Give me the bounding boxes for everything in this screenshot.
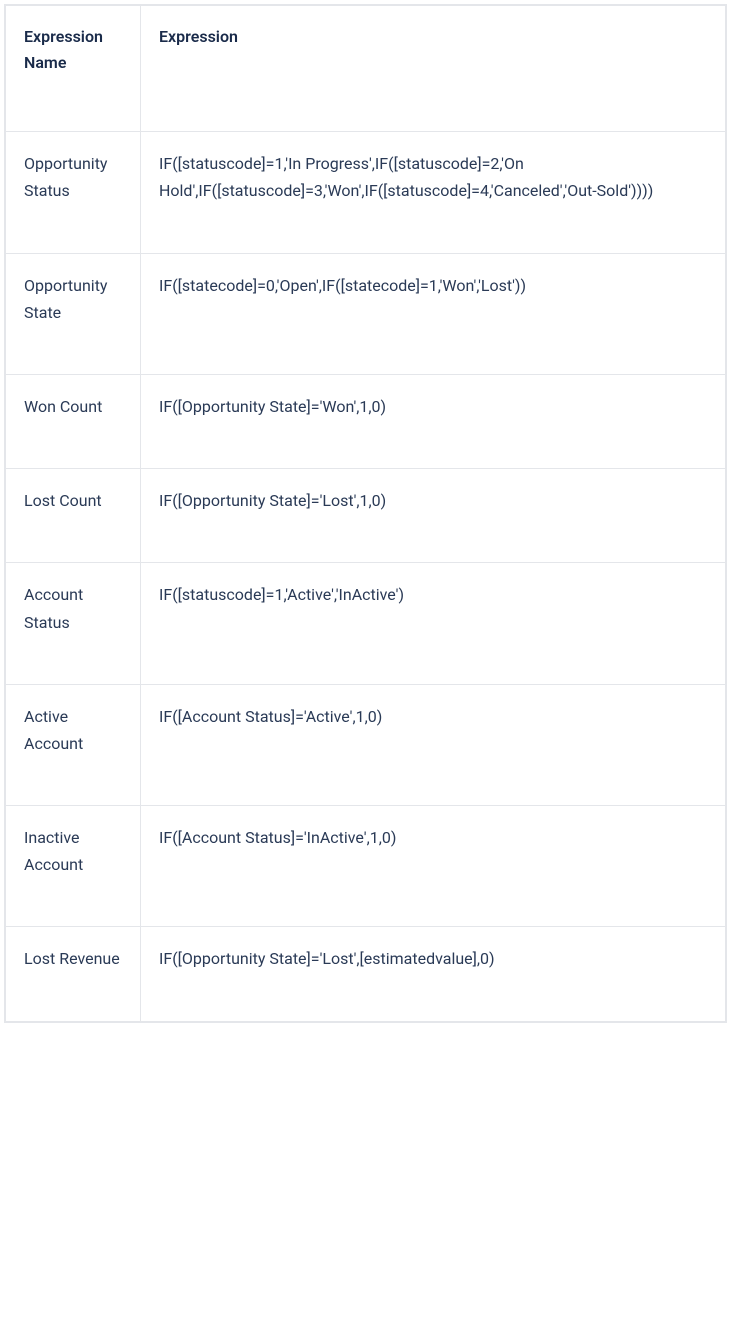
- cell-expression: IF([statecode]=0,'Open',IF([statecode]=1…: [141, 253, 726, 374]
- cell-expression-name: Account Status: [6, 563, 141, 684]
- table-row: Active AccountIF([Account Status]='Activ…: [6, 684, 726, 805]
- cell-expression-name: Lost Revenue: [6, 927, 141, 1021]
- cell-expression-name: Won Count: [6, 374, 141, 468]
- cell-expression: IF([Account Status]='InActive',1,0): [141, 806, 726, 927]
- cell-expression: IF([Opportunity State]='Lost',1,0): [141, 469, 726, 563]
- cell-expression-name: Lost Count: [6, 469, 141, 563]
- table-row: Lost RevenueIF([Opportunity State]='Lost…: [6, 927, 726, 1021]
- cell-expression: IF([Opportunity State]='Lost',[estimated…: [141, 927, 726, 1021]
- table-row: Lost CountIF([Opportunity State]='Lost',…: [6, 469, 726, 563]
- cell-expression: IF([Account Status]='Active',1,0): [141, 684, 726, 805]
- cell-expression: IF([statuscode]=1,'Active','InActive'): [141, 563, 726, 684]
- cell-expression-name: Active Account: [6, 684, 141, 805]
- expression-table: Expression Name Expression Opportunity S…: [5, 5, 726, 1022]
- expression-table-container: Expression Name Expression Opportunity S…: [4, 4, 727, 1023]
- header-expression: Expression: [141, 6, 726, 132]
- cell-expression: IF([Opportunity State]='Won',1,0): [141, 374, 726, 468]
- table-header-row: Expression Name Expression: [6, 6, 726, 132]
- cell-expression-name: Inactive Account: [6, 806, 141, 927]
- table-row: Account StatusIF([statuscode]=1,'Active'…: [6, 563, 726, 684]
- table-row: Opportunity StateIF([statecode]=0,'Open'…: [6, 253, 726, 374]
- table-row: Inactive AccountIF([Account Status]='InA…: [6, 806, 726, 927]
- cell-expression-name: Opportunity State: [6, 253, 141, 374]
- header-expression-name: Expression Name: [6, 6, 141, 132]
- cell-expression-name: Opportunity Status: [6, 132, 141, 253]
- cell-expression: IF([statuscode]=1,'In Progress',IF([stat…: [141, 132, 726, 253]
- table-row: Opportunity StatusIF([statuscode]=1,'In …: [6, 132, 726, 253]
- table-row: Won CountIF([Opportunity State]='Won',1,…: [6, 374, 726, 468]
